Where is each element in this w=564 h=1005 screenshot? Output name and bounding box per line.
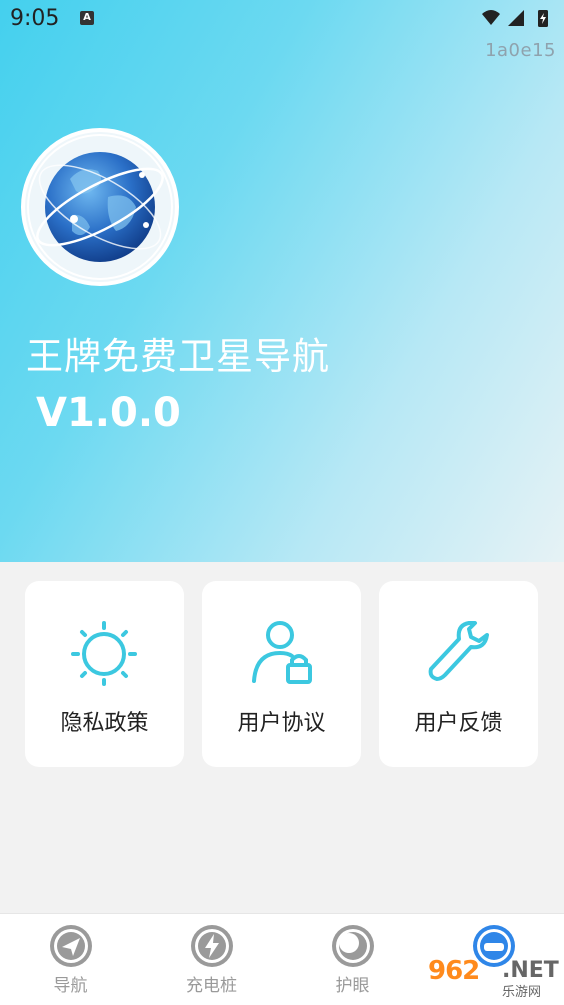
app-title: 王牌免费卫星导航 [26, 335, 330, 378]
user-agreement-card[interactable]: 用户协议 [202, 581, 361, 767]
system-icons [482, 10, 548, 27]
status-time: 9:05 [10, 6, 60, 31]
watermark-number: 962 [428, 956, 480, 986]
eye-care-icon [332, 925, 374, 967]
notification-icon: A [80, 11, 94, 25]
charging-icon [191, 925, 233, 967]
watermark-logo: 962 .NET 乐游网 [426, 956, 559, 1000]
tab-eye-care-label: 护眼 [335, 976, 370, 996]
tab-charging[interactable]: 充电桩 [141, 914, 282, 1005]
privacy-policy-label: 隐私政策 [60, 711, 149, 736]
hero-banner: 9:05 A 1a0e15 王牌免费卫星导航 V1.0.0 [0, 0, 564, 562]
status-bar: 9:05 A [0, 0, 564, 40]
watermark-suffix: .NET [502, 958, 559, 983]
user-feedback-label: 用户反馈 [414, 711, 503, 736]
globe-logo-icon [21, 128, 179, 286]
privacy-policy-card[interactable]: 隐私政策 [25, 581, 184, 767]
tab-charging-label: 充电桩 [186, 976, 237, 996]
user-feedback-card[interactable]: 用户反馈 [379, 581, 538, 767]
app-version: V1.0.0 [36, 390, 181, 436]
watermark-sub: 乐游网 [502, 985, 542, 1000]
user-agreement-label: 用户协议 [237, 711, 326, 736]
tab-navigation-label: 导航 [53, 976, 88, 996]
tab-eye-care[interactable]: 护眼 [282, 914, 423, 1005]
tab-navigation[interactable]: 导航 [0, 914, 141, 1005]
sun-icon [71, 621, 137, 686]
navigation-icon [50, 925, 92, 967]
build-tag: 1a0e15 [485, 40, 556, 61]
signal-icon [508, 10, 524, 26]
wifi-icon [482, 10, 500, 25]
wrench-icon [428, 621, 489, 681]
user-lock-icon [252, 621, 312, 684]
